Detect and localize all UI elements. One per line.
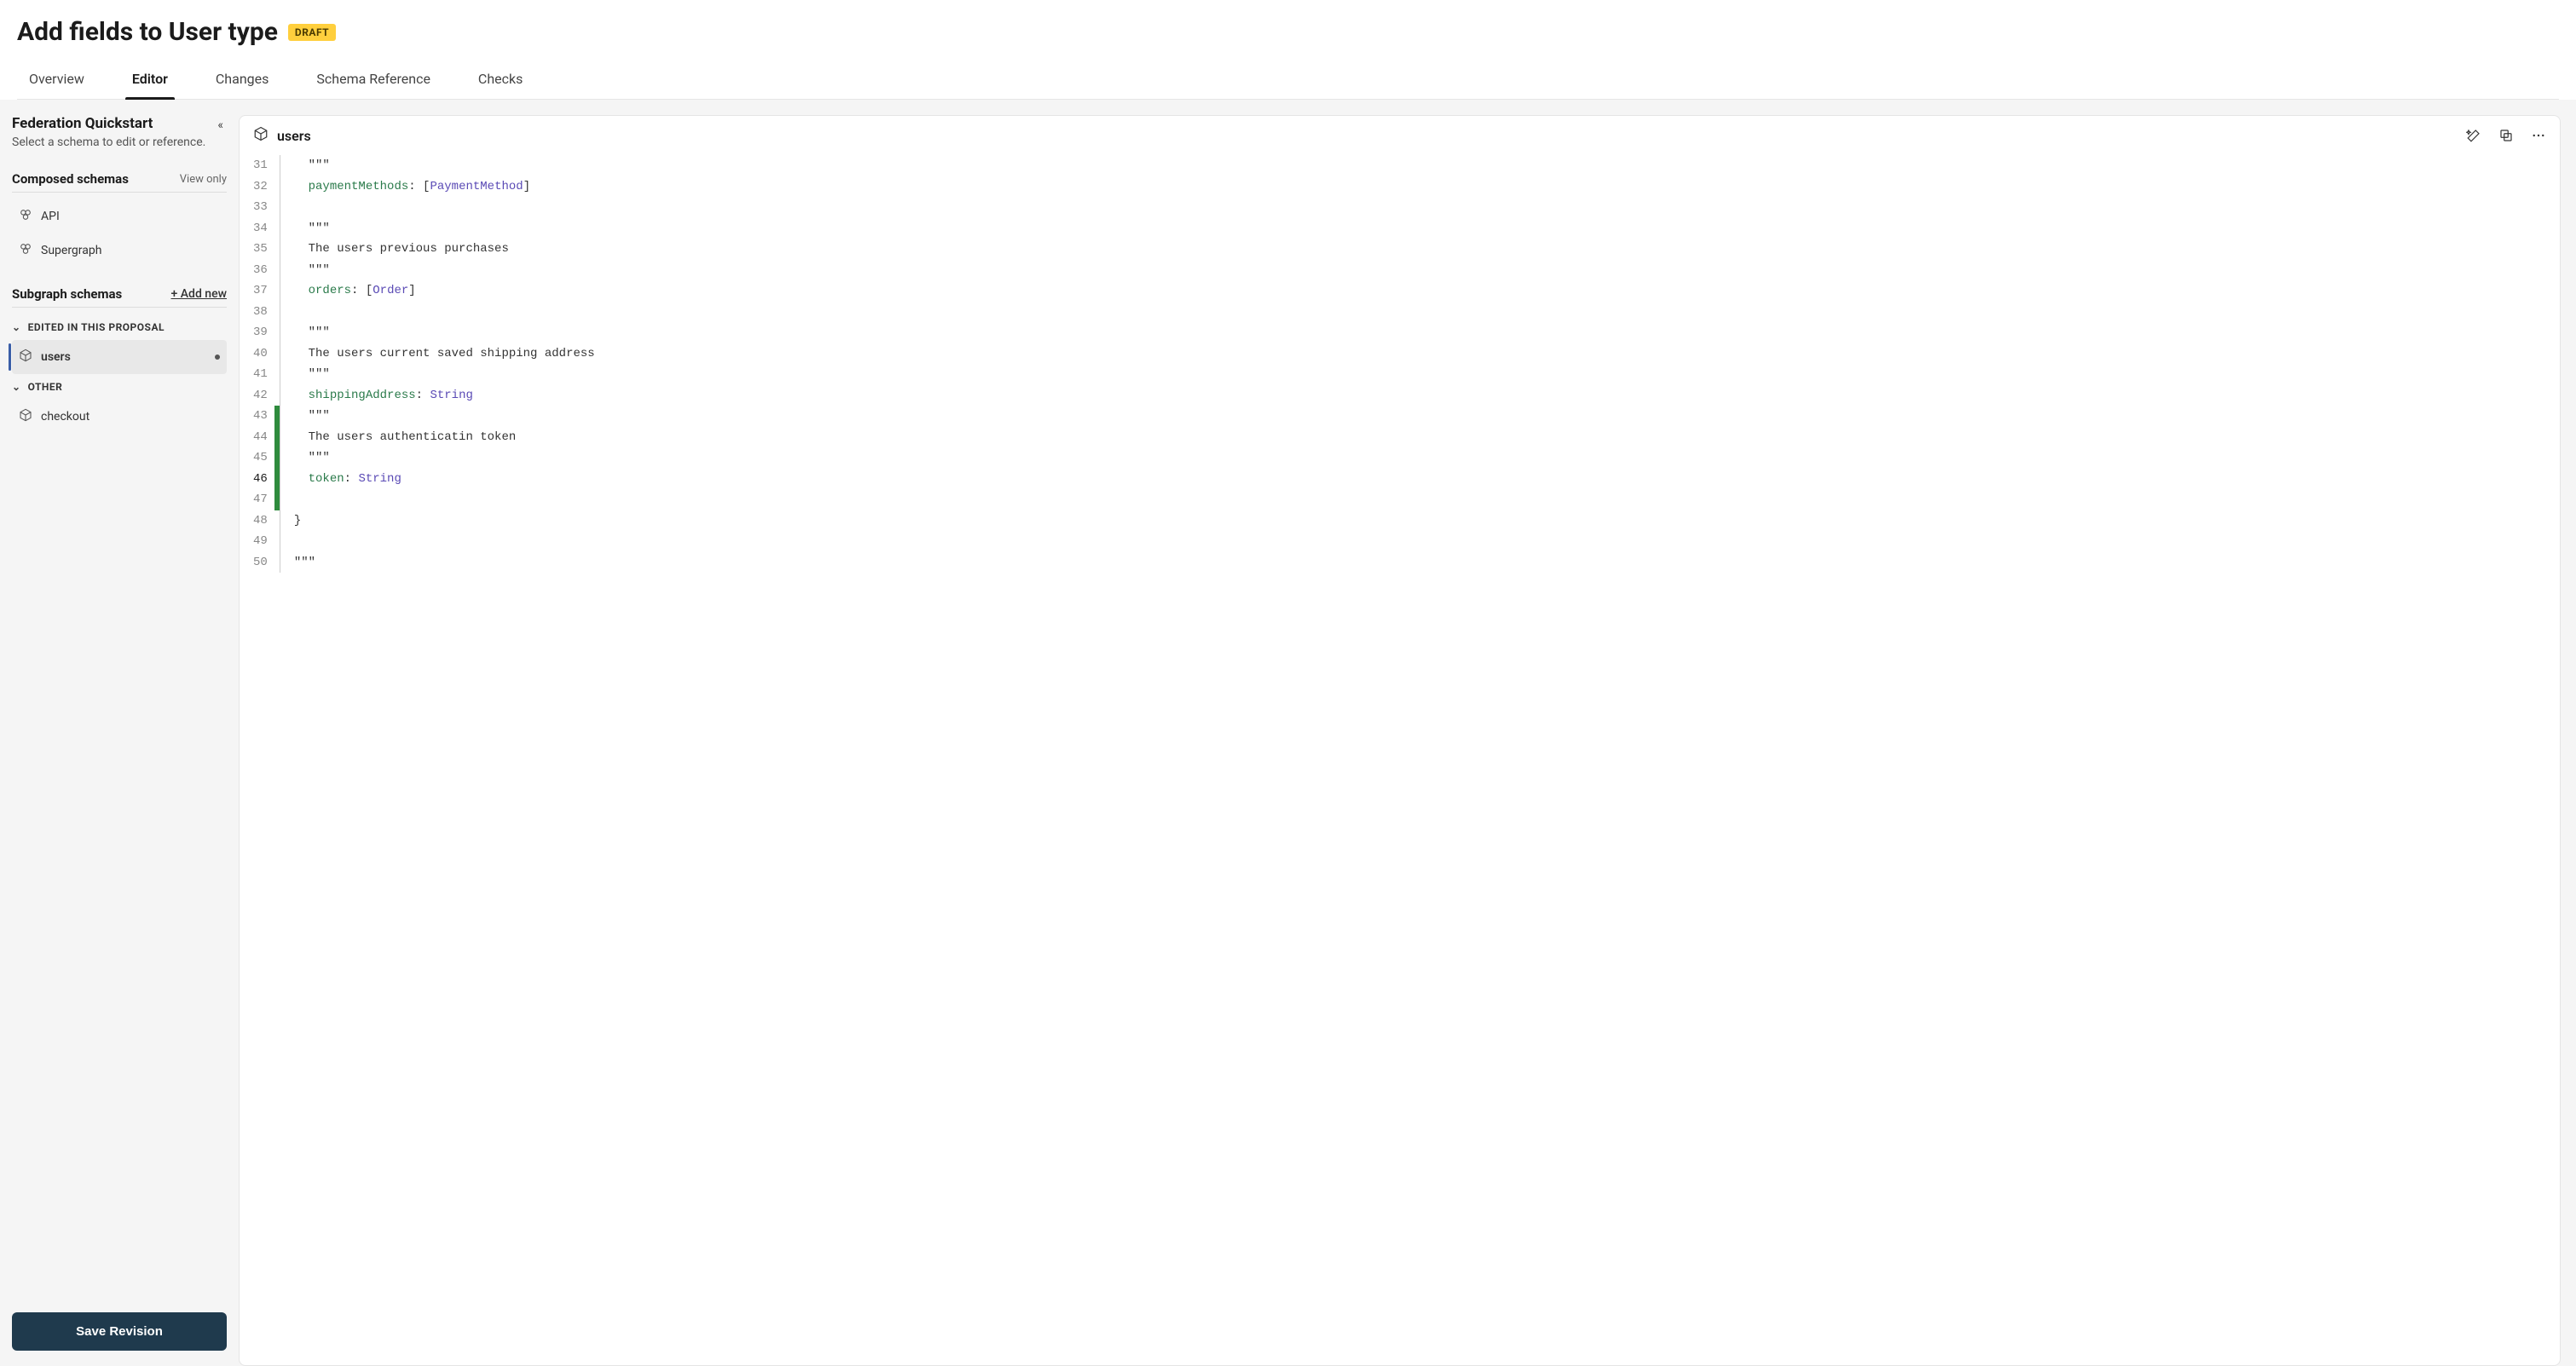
main: Federation Quickstart Select a schema to…	[0, 100, 2576, 1366]
composed-schemas-header: Composed schemas View only	[12, 166, 227, 193]
line-number: 33	[253, 197, 268, 218]
code-line: """	[294, 155, 2560, 176]
line-number: 37	[253, 280, 268, 302]
code-line	[294, 197, 2560, 218]
line-number: 31	[253, 155, 268, 176]
tab-schema-reference[interactable]: Schema Reference	[292, 62, 454, 99]
editor-filename: users	[277, 128, 311, 144]
line-number: 32	[253, 176, 268, 198]
modified-indicator	[215, 354, 220, 360]
code-line: """	[294, 406, 2560, 427]
sidebar-title: Federation Quickstart	[12, 115, 205, 132]
editor-header: users	[240, 116, 2560, 155]
more-options-button[interactable]	[2531, 128, 2546, 143]
code-line: """	[294, 447, 2560, 469]
schema-item-label: users	[41, 350, 71, 364]
code-line: """	[294, 218, 2560, 239]
line-number: 39	[253, 322, 268, 343]
editor-actions	[2466, 128, 2546, 143]
add-new-subgraph-button[interactable]: + Add new	[171, 287, 227, 301]
code-line: """	[294, 364, 2560, 385]
line-number: 48	[253, 510, 268, 532]
subgraph-group-label: EDITED IN THIS PROPOSAL	[28, 321, 165, 333]
schema-item-label: API	[41, 210, 60, 223]
line-number: 49	[253, 531, 268, 552]
cube-icon	[19, 408, 32, 425]
code-line: The users previous purchases	[294, 239, 2560, 260]
schema-item-users[interactable]: users	[12, 340, 227, 374]
tabs: OverviewEditorChangesSchema ReferenceChe…	[17, 62, 2559, 100]
line-number: 45	[253, 447, 268, 469]
code-line: """	[294, 552, 2560, 573]
code-line: shippingAddress: String	[294, 385, 2560, 406]
sidebar-header: Federation Quickstart Select a schema to…	[12, 115, 227, 149]
code-line: token: String	[294, 469, 2560, 490]
sidebar: Federation Quickstart Select a schema to…	[0, 100, 239, 1366]
code-line: The users authenticatin token	[294, 427, 2560, 448]
tab-changes[interactable]: Changes	[192, 62, 293, 99]
subgraph-schemas-header: Subgraph schemas + Add new	[12, 281, 227, 308]
tab-checks[interactable]: Checks	[454, 62, 546, 99]
schema-item-checkout[interactable]: checkout	[12, 400, 227, 434]
line-number: 40	[253, 343, 268, 365]
line-number: 34	[253, 218, 268, 239]
subgraph-group-header[interactable]: ⌄ EDITED IN THIS PROPOSAL	[12, 314, 227, 340]
line-number: 35	[253, 239, 268, 260]
tab-overview[interactable]: Overview	[17, 62, 108, 99]
code-editor[interactable]: 3132333435363738394041424344454647484950…	[240, 155, 2560, 573]
cube-icon	[19, 349, 32, 366]
composed-icon	[19, 242, 32, 259]
code-line: """	[294, 322, 2560, 343]
save-revision-button[interactable]: Save Revision	[12, 1312, 227, 1351]
copy-button[interactable]	[2498, 128, 2514, 143]
subgraph-schemas-title: Subgraph schemas	[12, 286, 122, 302]
tab-editor[interactable]: Editor	[108, 62, 192, 99]
code-line: paymentMethods: [PaymentMethod]	[294, 176, 2560, 198]
line-number: 47	[253, 489, 268, 510]
collapse-sidebar-button[interactable]: «	[214, 115, 227, 135]
line-number: 38	[253, 302, 268, 323]
sidebar-subtitle: Select a schema to edit or reference.	[12, 135, 205, 149]
editor-panel: users 3132333435363738394041424344454647…	[239, 115, 2561, 1366]
schema-item-label: checkout	[41, 410, 90, 424]
header: Add fields to User type DRAFT OverviewEd…	[0, 0, 2576, 100]
schema-item-label: Supergraph	[41, 244, 101, 257]
subgraph-group-label: OTHER	[28, 381, 63, 393]
code-lines: """ paymentMethods: [PaymentMethod] """ …	[294, 155, 2560, 573]
chevron-down-icon: ⌄	[12, 321, 21, 333]
page-title: Add fields to User type	[17, 17, 278, 47]
code-line: orders: [Order]	[294, 280, 2560, 302]
line-number: 42	[253, 385, 268, 406]
composed-icon	[19, 208, 32, 225]
draft-badge: DRAFT	[288, 24, 336, 41]
code-line: }	[294, 510, 2560, 532]
line-number: 36	[253, 260, 268, 281]
chevron-down-icon: ⌄	[12, 381, 21, 393]
code-line	[294, 302, 2560, 323]
line-number: 41	[253, 364, 268, 385]
line-number: 46	[253, 469, 268, 490]
composed-schemas-title: Composed schemas	[12, 171, 129, 187]
code-line: The users current saved shipping address	[294, 343, 2560, 365]
code-line	[294, 531, 2560, 552]
schema-item-api[interactable]: API	[12, 199, 227, 233]
chevron-double-left-icon: «	[217, 118, 223, 132]
line-number-gutter: 3132333435363738394041424344454647484950	[240, 155, 274, 573]
subgraph-group-header[interactable]: ⌄ OTHER	[12, 374, 227, 400]
schema-item-supergraph[interactable]: Supergraph	[12, 233, 227, 268]
title-row: Add fields to User type DRAFT	[17, 17, 2559, 47]
view-only-badge: View only	[180, 173, 227, 186]
magic-wand-button[interactable]	[2466, 128, 2481, 143]
cube-icon	[253, 126, 269, 145]
line-number: 44	[253, 427, 268, 448]
subgraph-schemas-section: Subgraph schemas + Add new ⌄ EDITED IN TH…	[12, 281, 227, 434]
line-number: 43	[253, 406, 268, 427]
code-line	[294, 489, 2560, 510]
line-number: 50	[253, 552, 268, 573]
composed-schemas-section: Composed schemas View only API Supergraph	[12, 166, 227, 268]
code-line: """	[294, 260, 2560, 281]
